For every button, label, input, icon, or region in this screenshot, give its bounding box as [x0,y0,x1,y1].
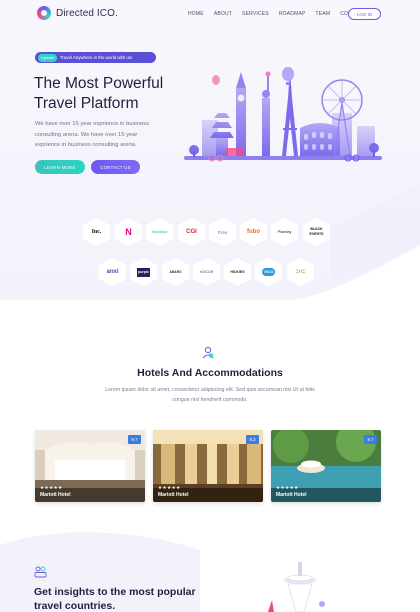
star-rating: ★★★★★ [40,485,63,490]
hotel-name: Mariott Hotel [40,492,71,498]
brand-logo: Flow [209,218,236,246]
rating-badge: 9.7 [128,435,141,444]
nav-home[interactable]: HOME [188,11,204,17]
brand-logo: anxi [99,258,126,286]
nav-services[interactable]: SERVICES [242,11,269,17]
hero-title-line1: The Most Powerful [34,75,164,92]
hotel-section-icon [202,346,214,359]
login-button[interactable]: LOG IN [348,8,381,20]
hotels-section-description: Lorem ipsum dolor sit amet, consectetur … [105,387,315,403]
hero-title: The Most Powerful Travel Platform [34,74,184,114]
brand-logo: BLACK EVENTS [303,218,330,246]
star-rating: ★★★★★ [276,485,299,490]
insights-title-line2: travel countries. [34,599,116,612]
brand-logo: HICKIES [224,258,251,286]
star-rating: ★★★★★ [158,485,181,490]
brand-logo: purple [130,258,157,286]
brand-logo: N [115,218,142,246]
hotel-card[interactable]: 8.7 ★★★★★ Mariott Hotel [271,430,381,502]
space-needle-illustration [268,562,325,612]
logo-text: Directed ICO. [56,7,118,19]
learn-more-button[interactable]: LEARN MORE [35,160,85,174]
logo[interactable]: Directed ICO. [37,6,118,20]
hero-description: We have over 15 year exprience in busine… [35,121,149,148]
travel-landmarks-illustration [184,67,382,162]
logo-icon [37,6,51,20]
badge-tag: Update [38,53,57,62]
brand-logo: CGI [178,218,205,246]
insights-title: Get insights to the most popular travel … [34,586,214,612]
rating-badge: 8.7 [364,435,377,444]
hotel-name: Mariott Hotel [158,492,189,498]
people-icon [34,566,47,578]
brand-logo: Planday [271,218,298,246]
brand-logo: VOCUS [193,258,220,286]
nav-team[interactable]: TEAM [316,11,331,17]
insights-title-line1: Get insights to the most popular [34,586,196,598]
hotel-card[interactable]: 8.3 ★★★★★ Mariott Hotel [153,430,263,502]
site-header: Directed ICO. HOME ABOUT SERVICES ROADMA… [0,0,420,28]
nav-roadmap[interactable]: ROADMAP [279,11,306,17]
brand-logo: AMARO [162,258,189,286]
badge-text: Travel Anywhere in the world with us! [59,55,133,60]
brand-logo: fubo [240,218,267,246]
hero-title-line2: Travel Platform [34,95,139,112]
brand-logo: VOCO [255,258,282,286]
update-badge[interactable]: Update Travel Anywhere in the world with… [35,52,156,63]
hotels-section-title: Hotels And Accommodations [137,367,283,379]
rating-badge: 8.3 [246,435,259,444]
hotel-name: Mariott Hotel [276,492,307,498]
brand-logo: Tripadvisor [146,218,173,246]
hotel-card[interactable]: 9.7 ★★★★★ Mariott Hotel [35,430,145,502]
nav-about[interactable]: ABOUT [214,11,232,17]
contact-us-button[interactable]: CONTACT US [91,160,140,174]
brand-logo: Inc. [83,218,110,246]
brand-logo: ⊃⊂ [287,258,314,286]
